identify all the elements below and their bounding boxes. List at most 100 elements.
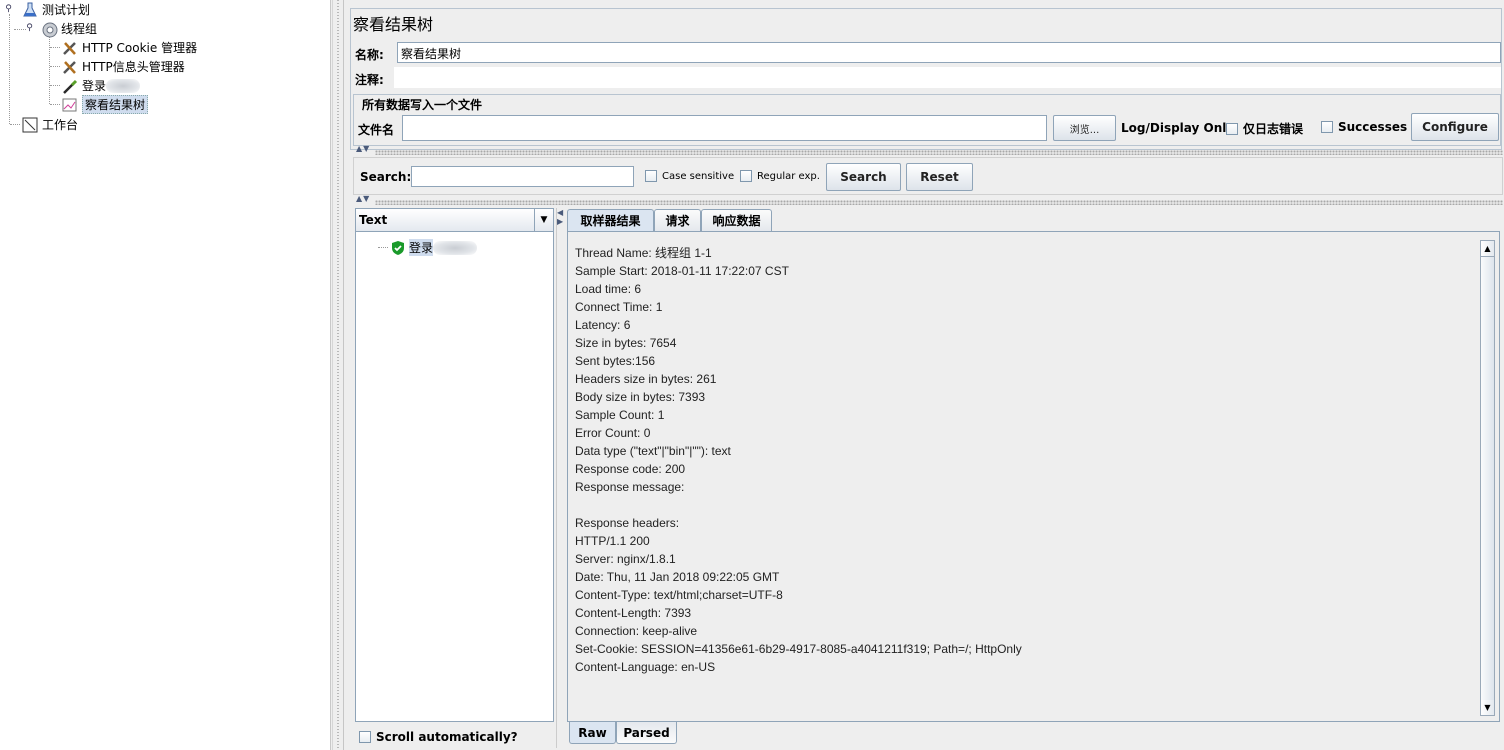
splitter-arrows-icon[interactable]: ◀ ▶ <box>557 208 563 226</box>
result-line: Sample Count: 1 <box>575 408 665 422</box>
checkbox-label: 仅日志错误 <box>1243 122 1304 136</box>
filename-input[interactable] <box>402 115 1047 141</box>
search-button[interactable]: Search <box>826 163 901 191</box>
tree-node-label: 察看结果树 <box>82 95 149 114</box>
renderer-select[interactable]: Text ▼ <box>355 208 554 232</box>
result-line: HTTPSampleResult fields: <box>575 712 1475 714</box>
result-line: Response headers: <box>575 516 680 530</box>
checkbox-box[interactable] <box>1321 121 1333 133</box>
divider <box>375 150 1503 155</box>
result-line: Thread Name: 线程组 1-1 <box>575 246 712 260</box>
tree-node-http-cookie-manager[interactable]: HTTP Cookie 管理器 <box>62 38 197 57</box>
view-results-tree-panel: 察看结果树 名称: 察看结果树 注释: 所有数据写入一个文件 文件名 浏览...… <box>345 0 1504 750</box>
reset-button[interactable]: Reset <box>906 163 973 191</box>
test-plan-tree[interactable]: ⚲ ⚲ 测试计划 线程组 HTTP Cookie 管理器 HTTP信息头管理器 … <box>0 0 331 750</box>
regex-checkbox[interactable]: Regular exp. <box>740 170 820 182</box>
tree-node-view-results-tree[interactable]: 察看结果树 <box>62 95 149 114</box>
successes-checkbox[interactable]: Successes <box>1321 120 1407 134</box>
tree-node-label: 工作台 <box>42 118 79 132</box>
list-item[interactable]: 登录 <box>378 239 478 256</box>
workbench-icon <box>22 117 38 133</box>
wrench-icon <box>62 59 78 75</box>
splitter-handle[interactable] <box>332 0 344 750</box>
result-line: HTTP/1.1 200 <box>575 534 650 548</box>
checkbox-box[interactable] <box>740 170 752 182</box>
tree-node-thread-group[interactable]: 线程组 <box>41 19 97 38</box>
tree-line <box>50 104 60 105</box>
sampler-result-panel: Thread Name: 线程组 1-1 Sample Start: 2018-0… <box>567 231 1500 722</box>
gear-icon <box>41 21 58 37</box>
name-field[interactable]: 察看结果树 <box>397 42 1501 63</box>
collapse-toggle-icon[interactable]: ⚲ <box>4 5 13 14</box>
flask-icon <box>22 2 38 18</box>
vertical-splitter[interactable]: ◀ ▶ <box>556 208 563 748</box>
result-line: Body size in bytes: 7393 <box>575 390 706 404</box>
redacted-blur <box>106 78 141 93</box>
result-line <box>575 496 1475 514</box>
tab-parsed[interactable]: Parsed <box>616 722 677 744</box>
collapse-toggle-icon[interactable]: ⚲ <box>25 24 34 33</box>
sampler-result-text[interactable]: Thread Name: 线程组 1-1 Sample Start: 2018-0… <box>575 244 1475 714</box>
results-list[interactable]: 登录 <box>355 208 554 722</box>
errors-only-checkbox[interactable]: 仅日志错误 <box>1226 120 1303 137</box>
browse-button[interactable]: 浏览... <box>1053 115 1116 141</box>
filename-label: 文件名 <box>358 123 395 137</box>
collapse-arrows-icon[interactable]: ▲▼ <box>356 195 370 203</box>
result-line: Latency: 6 <box>575 318 631 332</box>
search-input[interactable] <box>411 166 634 187</box>
checkbox-box[interactable] <box>1226 122 1238 135</box>
collapse-arrows-icon[interactable]: ▲▼ <box>356 145 370 153</box>
tree-node-test-plan[interactable]: 测试计划 <box>22 0 90 19</box>
scroll-auto-checkbox[interactable]: Scroll automatically? <box>359 730 518 744</box>
chart-icon <box>62 97 78 113</box>
result-line: Content-Type: text/html;charset=UTF-8 <box>575 588 783 602</box>
result-line: Connect Time: 1 <box>575 300 663 314</box>
tab-sampler-result[interactable]: 取样器结果 <box>567 209 654 231</box>
checkbox-box[interactable] <box>359 731 371 743</box>
vertical-scrollbar[interactable]: ▲ ▼ <box>1480 240 1495 716</box>
result-line <box>575 676 1475 694</box>
pipette-icon <box>62 78 78 94</box>
tree-node-label: HTTP Cookie 管理器 <box>82 41 198 55</box>
tree-node-login-sampler[interactable]: 登录 <box>62 76 141 95</box>
comment-field[interactable] <box>394 67 1501 88</box>
tree-node-workbench[interactable]: 工作台 <box>22 115 78 134</box>
divider <box>375 200 1503 205</box>
result-line: Sent bytes:156 <box>575 354 656 368</box>
chevron-down-icon[interactable]: ▼ <box>534 209 553 231</box>
tab-request[interactable]: 请求 <box>654 209 701 231</box>
result-line: Size in bytes: 7654 <box>575 336 677 350</box>
tree-node-http-header-manager[interactable]: HTTP信息头管理器 <box>62 57 185 76</box>
result-line: Headers size in bytes: 261 <box>575 372 717 386</box>
scroll-thumb[interactable] <box>1481 256 1494 702</box>
redacted-blur <box>433 240 478 255</box>
scroll-down-icon[interactable]: ▼ <box>1481 700 1494 715</box>
tree-node-label: 登录 <box>82 79 107 93</box>
renderer-select-value: Text <box>359 213 388 227</box>
tree-line <box>378 247 388 248</box>
result-line: Sample Start: 2018-01-11 17:22:07 CST <box>575 264 789 278</box>
tab-response-data[interactable]: 响应数据 <box>701 209 772 231</box>
tree-node-label: 测试计划 <box>42 3 91 17</box>
comment-label: 注释: <box>355 73 384 87</box>
checkbox-label: Regular exp. <box>757 170 820 182</box>
page-title: 察看结果树 <box>353 15 434 34</box>
tree-line <box>50 47 60 48</box>
tree-node-label: 线程组 <box>61 22 98 36</box>
result-line: Set-Cookie: SESSION=41356e61-6b29-4917-8… <box>575 642 1022 656</box>
tree-line <box>50 66 60 67</box>
checkbox-box[interactable] <box>645 170 657 182</box>
scroll-up-icon[interactable]: ▲ <box>1481 241 1494 256</box>
result-line: Error Count: 0 <box>575 426 651 440</box>
checkbox-label: Successes <box>1338 120 1408 134</box>
case-sensitive-checkbox[interactable]: Case sensitive <box>645 170 734 182</box>
wrench-icon <box>62 40 78 56</box>
name-label: 名称: <box>355 48 384 62</box>
tree-node-label: HTTP信息头管理器 <box>82 60 185 74</box>
result-line: Response message: <box>575 480 688 494</box>
tab-raw[interactable]: Raw <box>569 722 616 744</box>
configure-button[interactable]: Configure <box>1411 113 1499 141</box>
result-line: Date: Thu, 11 Jan 2018 09:22:05 GMT <box>575 570 780 584</box>
log-display-only-label: Log/Display Only: <box>1121 121 1239 135</box>
file-section-title: 所有数据写入一个文件 <box>360 96 485 113</box>
